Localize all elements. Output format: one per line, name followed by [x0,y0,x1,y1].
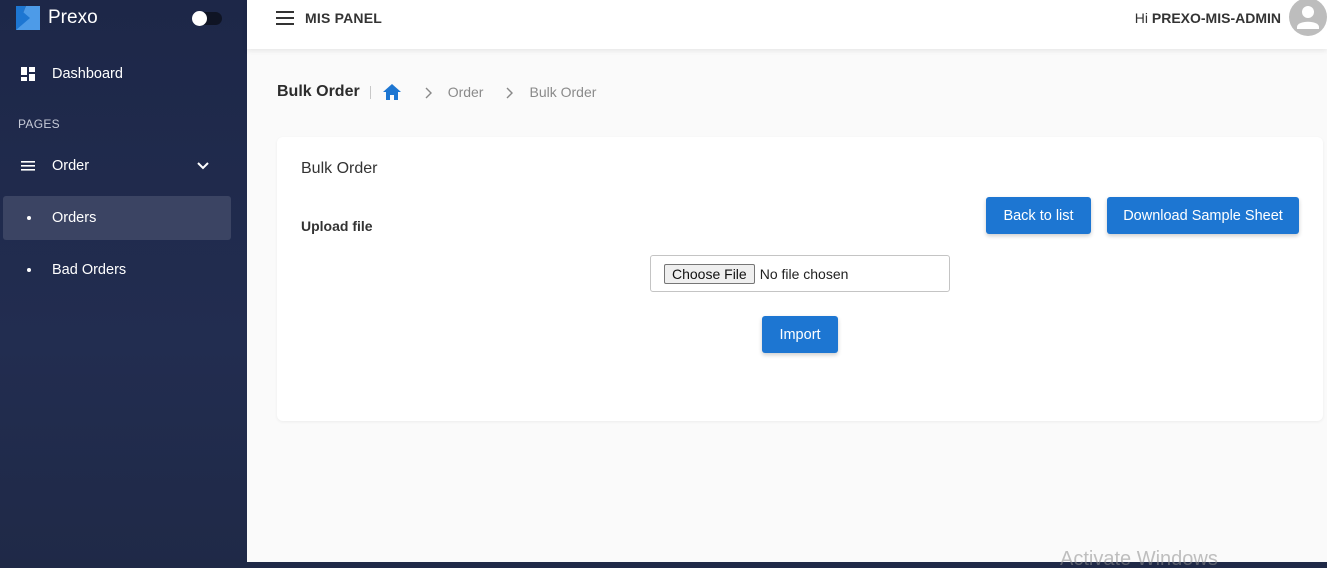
import-button[interactable]: Import [762,316,838,353]
avatar[interactable] [1289,0,1327,36]
sidebar-item-orders[interactable]: Orders [3,196,231,240]
sidebar-item-dashboard[interactable]: Dashboard [0,52,247,96]
dashboard-icon [20,66,36,82]
sidebar-item-label: Dashboard [52,66,123,82]
breadcrumb: Bulk Order Order Bulk Order [277,80,596,104]
home-icon[interactable] [382,82,402,102]
sidebar: Prexo Dashboard PAGES Order Orders Bad O… [0,0,247,568]
activation-watermark: Activate Windows [1060,548,1218,568]
topbar: MIS PANEL Hi PREXO-MIS-ADMIN [247,0,1327,49]
bullet-icon [27,216,31,220]
menu-line [276,11,294,13]
list-icon [20,158,36,174]
bulk-order-card: Bulk Order Upload file Back to list Down… [277,137,1323,421]
breadcrumb-current: Bulk Order [529,84,597,100]
prexo-logo-icon [16,6,40,30]
sidebar-item-label: Order [52,158,90,174]
file-status: No file chosen [759,265,849,282]
menu-icon[interactable] [276,11,294,25]
back-to-list-button[interactable]: Back to list [986,197,1091,234]
breadcrumb-link-order[interactable]: Order [448,84,484,100]
user-name: PREXO-MIS-ADMIN [1151,10,1281,26]
page-title: Bulk Order [277,83,360,100]
toggle-knob [192,11,207,26]
section-label: PAGES [18,117,60,131]
sidebar-item-order[interactable]: Order [0,144,247,188]
chevron-right-icon [422,86,434,99]
sidebar-item-label: Bad Orders [52,262,127,278]
menu-line [276,23,294,25]
panel-title: MIS PANEL [305,10,382,26]
brand-name: Prexo [48,7,98,28]
upload-file-label: Upload file [301,218,373,234]
greeting-prefix: Hi [1134,10,1148,26]
file-input[interactable]: Choose File No file chosen [650,255,950,292]
sidebar-item-label: Orders [52,210,97,226]
chevron-down-icon [196,159,210,173]
user-greeting: Hi PREXO-MIS-ADMIN [1135,10,1281,26]
theme-toggle[interactable] [192,11,222,26]
download-sample-sheet-button[interactable]: Download Sample Sheet [1107,197,1299,234]
card-title: Bulk Order [301,160,378,177]
bullet-icon [27,268,31,272]
brand[interactable]: Prexo [16,6,98,30]
choose-file-button[interactable]: Choose File [664,263,755,284]
chevron-right-icon [503,86,515,99]
breadcrumb-divider [369,85,371,99]
sidebar-item-bad-orders[interactable]: Bad Orders [3,248,231,292]
user-icon [1297,6,1319,29]
menu-line [276,17,294,19]
